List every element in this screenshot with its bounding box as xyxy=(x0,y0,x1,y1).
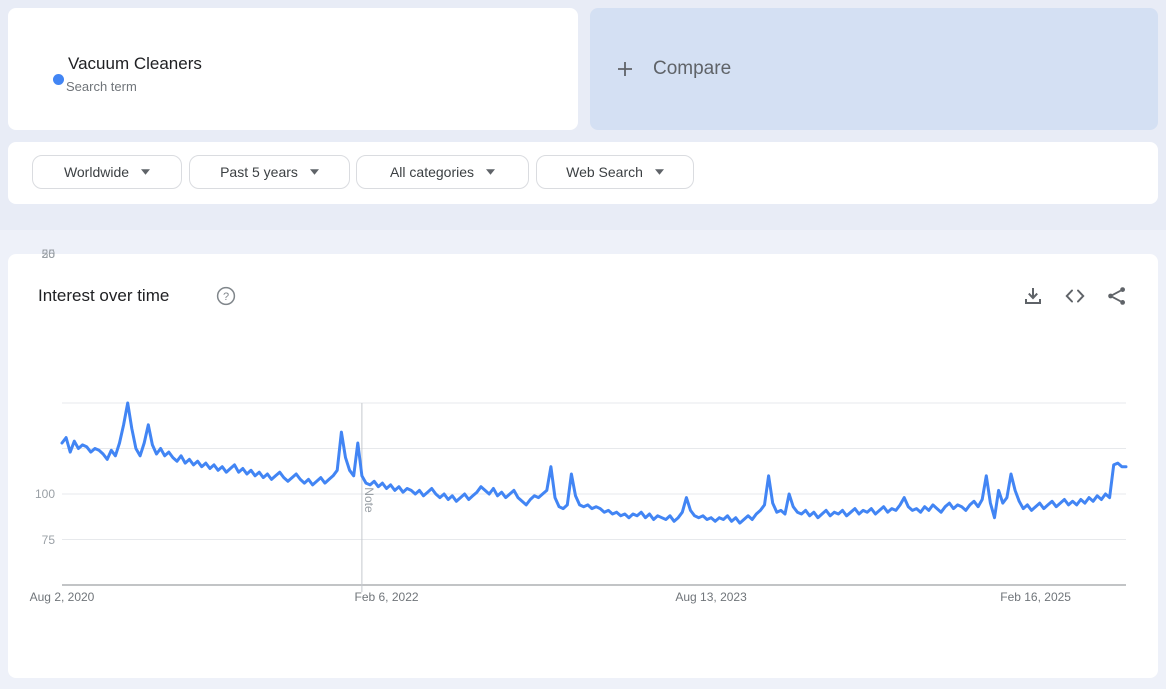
time-range-filter-dropdown[interactable]: Past 5 years xyxy=(189,155,350,189)
note-label[interactable]: Note xyxy=(362,487,376,513)
svg-text:?: ? xyxy=(223,291,229,303)
chart-actions xyxy=(1022,285,1128,307)
time-range-filter-label: Past 5 years xyxy=(220,164,298,180)
filter-bar: Worldwide Past 5 years All categories We… xyxy=(8,142,1158,204)
series-color-dot xyxy=(53,74,64,85)
category-filter-dropdown[interactable]: All categories xyxy=(356,155,529,189)
category-filter-label: All categories xyxy=(389,164,475,180)
x-axis-tick: Feb 6, 2022 xyxy=(354,590,419,604)
share-icon[interactable] xyxy=(1106,285,1128,307)
search-term-title: Vacuum Cleaners xyxy=(68,54,202,73)
search-term-card[interactable]: Vacuum Cleaners Search term xyxy=(8,8,578,130)
plus-icon xyxy=(618,62,632,76)
chevron-down-icon xyxy=(309,169,319,175)
download-icon[interactable] xyxy=(1022,285,1044,307)
chevron-down-icon xyxy=(141,169,151,175)
region-filter-dropdown[interactable]: Worldwide xyxy=(32,155,182,189)
x-axis-tick: Aug 13, 2023 xyxy=(675,590,747,604)
region-filter-label: Worldwide xyxy=(63,164,130,180)
x-axis-tick: Aug 2, 2020 xyxy=(29,590,95,604)
interest-over-time-chart[interactable]: Note xyxy=(8,370,1158,620)
chevron-down-icon xyxy=(486,169,496,175)
chevron-down-icon xyxy=(654,169,664,175)
chart-section-title: Interest over time xyxy=(38,286,170,305)
search-type-filter-label: Web Search xyxy=(566,164,643,180)
y-axis-tick: 25 xyxy=(41,247,55,261)
add-comparison-card[interactable]: Compare xyxy=(590,8,1158,130)
x-axis-tick: Feb 16, 2025 xyxy=(1000,590,1071,604)
help-icon[interactable]: ? xyxy=(216,286,236,306)
interest-over-time-card: Interest over time ? 100 75 50 25 Note A… xyxy=(8,247,1158,678)
embed-icon[interactable] xyxy=(1064,285,1086,307)
trend-line xyxy=(60,401,1128,525)
search-term-subtitle: Search term xyxy=(66,79,137,94)
search-type-filter-dropdown[interactable]: Web Search xyxy=(536,155,694,189)
compare-label: Compare xyxy=(653,58,732,79)
